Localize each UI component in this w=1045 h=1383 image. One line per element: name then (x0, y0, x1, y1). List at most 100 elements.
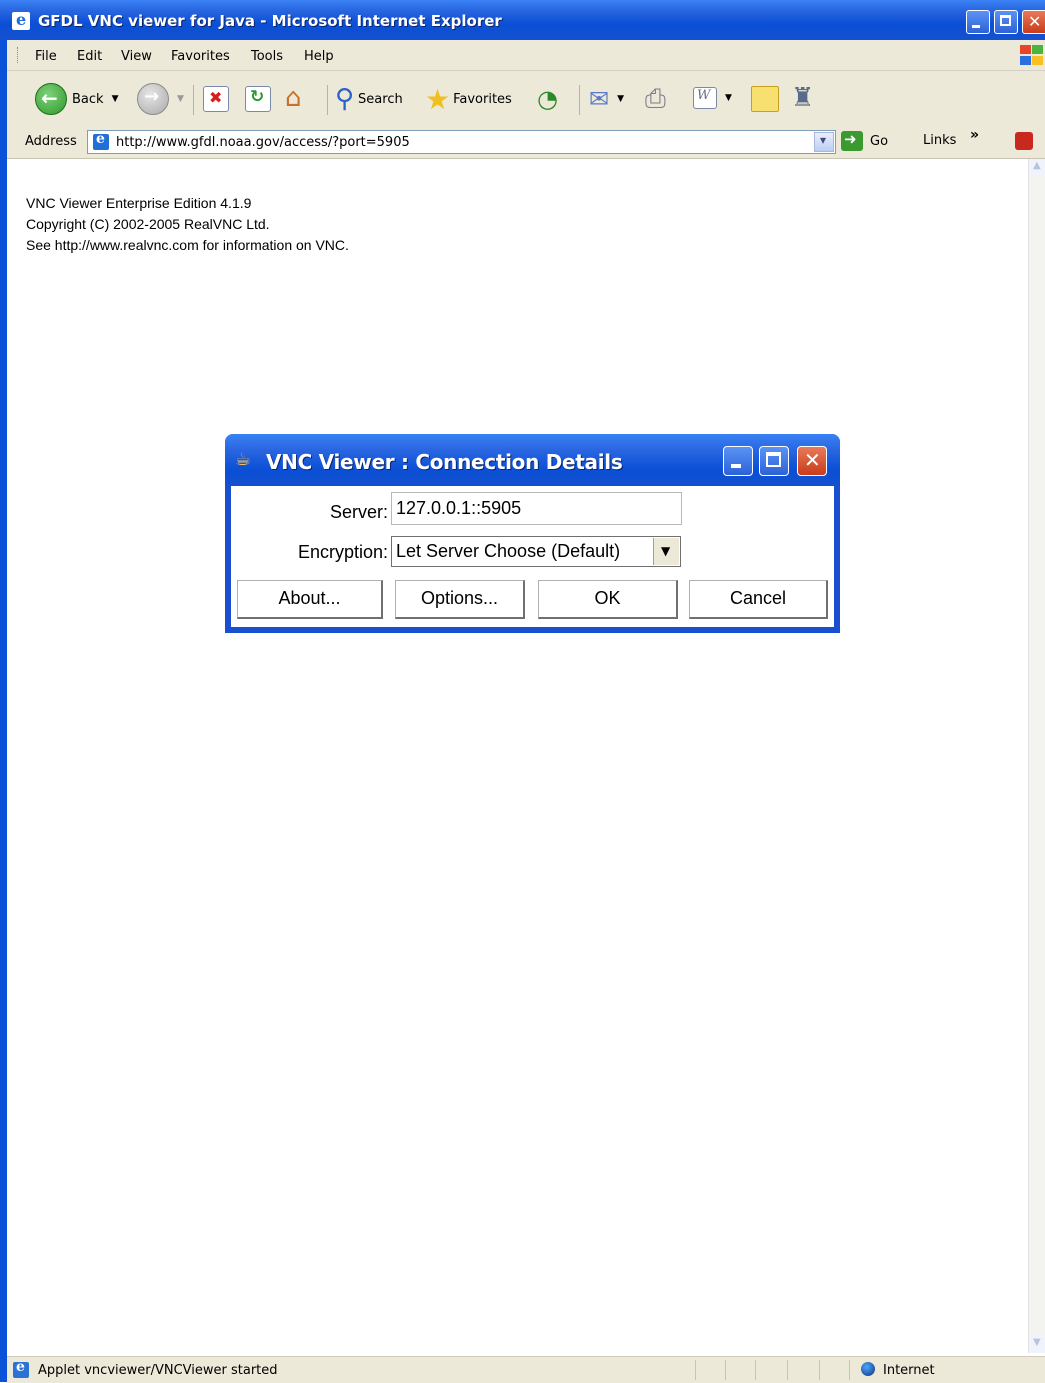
security-zone: Internet (883, 1363, 935, 1378)
java-cup-icon (235, 449, 255, 473)
mail-button[interactable]: ✉ ▼ (589, 85, 624, 113)
menu-view[interactable]: View (121, 49, 152, 64)
refresh-button[interactable]: ↻ (245, 86, 271, 112)
cancel-button[interactable]: Cancel (689, 580, 828, 619)
mail-icon: ✉ (589, 85, 610, 113)
forward-dropdown-icon[interactable]: ▼ (177, 94, 184, 104)
home-button[interactable]: ⌂ (285, 83, 302, 113)
status-pane (787, 1360, 788, 1380)
status-pane (819, 1360, 820, 1380)
vnc-about-text: VNC Viewer Enterprise Edition 4.1.9 Copy… (26, 193, 349, 256)
back-icon (35, 83, 67, 115)
messenger-button[interactable]: ♜ (791, 83, 814, 113)
vertical-scrollbar[interactable] (1028, 159, 1045, 1353)
edit-button[interactable]: W ▼ (693, 87, 732, 109)
search-button[interactable]: ⚲ Search (335, 84, 403, 114)
window-title: GFDL VNC viewer for Java - Microsoft Int… (38, 12, 502, 30)
edit-dropdown-icon[interactable]: ▼ (725, 93, 732, 103)
window-minimize-button[interactable] (966, 10, 990, 34)
messenger-icon: ♜ (791, 83, 815, 113)
windows-logo-icon (1019, 44, 1045, 66)
menu-tools[interactable]: Tools (251, 49, 283, 64)
search-label: Search (358, 91, 403, 107)
dialog-titlebar[interactable]: VNC Viewer : Connection Details (225, 434, 840, 486)
favorites-label: Favorites (453, 92, 512, 107)
print-button[interactable]: ⎙ (645, 84, 666, 115)
forward-icon (137, 83, 169, 115)
toolbar-separator (193, 85, 194, 115)
back-label: Back (72, 91, 104, 107)
encryption-select[interactable]: Let Server Choose (Default) (391, 536, 681, 567)
status-text: Applet vncviewer/VNCViewer started (38, 1363, 278, 1378)
standard-toolbar: Back ▼ ▼ ✖ ↻ ⌂ ⚲ Search ★ Favorites ◔ ✉ … (7, 71, 1045, 128)
window-titlebar: GFDL VNC viewer for Java - Microsoft Int… (0, 0, 1045, 40)
menu-favorites[interactable]: Favorites (171, 49, 230, 64)
dialog-title: VNC Viewer : Connection Details (266, 450, 623, 474)
status-pane (755, 1360, 756, 1380)
address-field[interactable] (87, 130, 836, 154)
mail-dropdown-icon[interactable]: ▼ (617, 94, 624, 104)
page-icon (93, 131, 109, 150)
address-dropdown-icon[interactable] (814, 132, 834, 152)
history-button[interactable]: ◔ (537, 85, 558, 113)
forward-button[interactable]: ▼ (137, 83, 184, 115)
dialog-body: Server: Encryption: Let Server Choose (D… (231, 486, 834, 627)
options-button[interactable]: Options... (395, 580, 525, 619)
address-bar: Address Go Links » (7, 127, 1045, 159)
window-close-button[interactable] (1022, 10, 1045, 34)
go-arrow-icon (841, 130, 863, 151)
menu-grip (17, 47, 20, 63)
menu-help[interactable]: Help (304, 49, 334, 64)
discuss-icon (751, 86, 779, 112)
back-button[interactable]: Back ▼ (35, 83, 118, 115)
address-input[interactable] (116, 133, 806, 151)
copyright-line: Copyright (C) 2002-2005 RealVNC Ltd. (26, 216, 270, 232)
status-pane (695, 1360, 696, 1380)
server-input[interactable] (391, 492, 682, 525)
home-icon: ⌂ (285, 83, 302, 113)
go-button[interactable]: Go (841, 130, 889, 151)
info-line: See http://www.realvnc.com for informati… (26, 237, 349, 253)
vnc-connection-dialog: VNC Viewer : Connection Details Server: … (225, 434, 840, 633)
discuss-button[interactable] (751, 86, 779, 112)
status-bar: Applet vncviewer/VNCViewer started Inter… (7, 1356, 1045, 1383)
back-dropdown-icon[interactable]: ▼ (112, 94, 119, 104)
toolbar-separator (579, 85, 580, 115)
print-icon: ⎙ (645, 84, 666, 114)
refresh-icon: ↻ (245, 86, 271, 112)
address-label: Address (25, 134, 77, 149)
status-pane (725, 1360, 726, 1380)
go-label: Go (870, 133, 889, 149)
dialog-minimize-button[interactable] (723, 446, 753, 476)
version-line: VNC Viewer Enterprise Edition 4.1.9 (26, 195, 252, 211)
page-content: VNC Viewer Enterprise Edition 4.1.9 Copy… (7, 159, 1028, 1353)
stop-icon: ✖ (203, 86, 229, 112)
encryption-value: Let Server Choose (Default) (396, 541, 621, 561)
status-page-icon (13, 1359, 29, 1378)
about-button[interactable]: About... (237, 580, 383, 619)
server-label: Server: (329, 502, 388, 522)
dialog-close-button[interactable] (797, 446, 827, 476)
links-toolbar[interactable]: Links (923, 133, 956, 148)
toolbar-separator (327, 85, 328, 115)
window-maximize-button[interactable] (994, 10, 1018, 34)
favorites-button[interactable]: ★ Favorites (425, 83, 512, 116)
history-icon: ◔ (537, 85, 558, 113)
favorites-star-icon: ★ (425, 83, 451, 116)
menu-bar: File Edit View Favorites Tools Help (7, 40, 1045, 71)
scroll-down-icon[interactable] (1029, 1336, 1045, 1353)
encryption-dropdown-icon[interactable] (653, 538, 679, 565)
encryption-label: Encryption: (297, 542, 388, 562)
ie-app-icon (12, 10, 30, 30)
links-chevron-icon[interactable]: » (970, 127, 979, 143)
search-icon: ⚲ (335, 84, 355, 114)
menu-edit[interactable]: Edit (77, 49, 102, 64)
dialog-maximize-button[interactable] (759, 446, 789, 476)
ok-button[interactable]: OK (538, 580, 678, 619)
menu-file[interactable]: File (35, 49, 57, 64)
edit-icon: W (693, 87, 717, 109)
acrobat-icon[interactable] (1015, 132, 1033, 150)
scroll-up-icon[interactable] (1029, 159, 1045, 176)
window-left-border (0, 40, 7, 1382)
stop-button[interactable]: ✖ (203, 86, 229, 112)
